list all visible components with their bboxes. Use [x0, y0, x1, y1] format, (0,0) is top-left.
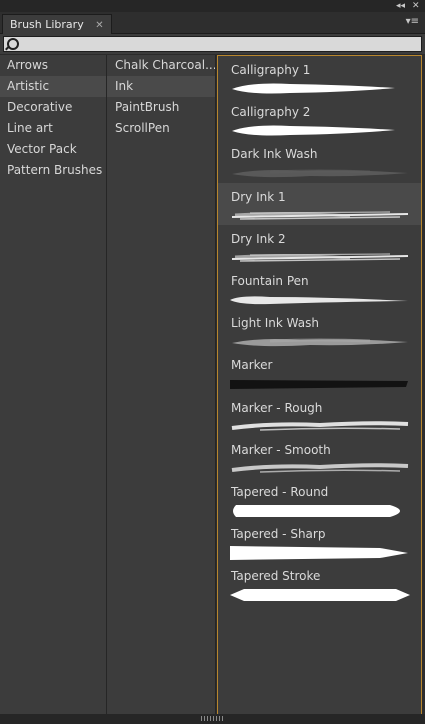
brush-stroke-preview: [233, 504, 400, 517]
brush-name: Tapered Stroke: [231, 569, 321, 584]
brush-item[interactable]: Marker - Smooth: [218, 436, 421, 478]
brush-item[interactable]: Calligraphy 2: [218, 98, 421, 140]
brush-name: Marker - Rough: [231, 400, 323, 415]
brush-item[interactable]: Tapered Stroke: [218, 562, 421, 604]
brush-stroke-preview: [230, 546, 408, 561]
brush-name: Dry Ink 1: [231, 189, 286, 204]
close-icon[interactable]: ✕: [412, 0, 420, 12]
brush-name: Calligraphy 2: [231, 105, 311, 120]
tab-bar: Brush Library ✕ ▾≡: [0, 12, 425, 34]
brush-item[interactable]: Marker: [218, 351, 421, 393]
panel-menu-icon[interactable]: ▾≡: [406, 16, 419, 27]
category-item[interactable]: Pattern Brushes: [0, 160, 106, 181]
resize-bar: [0, 714, 425, 724]
brush-stroke-preview: [232, 338, 408, 347]
brush-name: Marker: [231, 358, 273, 373]
brush-name: Dry Ink 2: [231, 231, 286, 246]
brush-name: Tapered - Sharp: [231, 527, 326, 542]
brush-item[interactable]: Dry Ink 1: [218, 182, 421, 225]
subcategory-item[interactable]: Ink: [107, 76, 215, 97]
subcategory-item[interactable]: PaintBrush: [107, 97, 215, 118]
brush-stroke-preview: [230, 589, 410, 602]
brush-name: Marker - Smooth: [231, 442, 331, 457]
search-bar: [0, 34, 425, 54]
brush-name: Light Ink Wash: [231, 316, 319, 331]
brush-stroke-preview: [231, 210, 409, 220]
title-bar: ◂◂ ✕: [0, 0, 425, 12]
tab-close-icon[interactable]: ✕: [95, 20, 103, 31]
subcategory-item[interactable]: ScrollPen: [107, 118, 215, 139]
brush-item[interactable]: Fountain Pen: [218, 267, 421, 309]
brush-item[interactable]: Tapered - Sharp: [218, 520, 421, 562]
search-icon: [7, 38, 19, 50]
brush-stroke-preview: [232, 125, 395, 136]
brush-name: Dark Ink Wash: [231, 147, 318, 162]
tab-brush-library[interactable]: Brush Library ✕: [2, 14, 112, 34]
subcategory-item[interactable]: Chalk Charcoal...: [107, 55, 215, 76]
brush-stroke-preview: [231, 253, 409, 262]
brush-stroke-preview: [230, 380, 408, 390]
resize-grip-icon[interactable]: [201, 716, 223, 721]
brush-stroke-preview: [231, 420, 409, 431]
brush-name: Calligraphy 1: [231, 63, 311, 77]
collapse-panel-icon[interactable]: ◂◂: [396, 0, 405, 12]
category-item[interactable]: Line art: [0, 118, 106, 139]
brush-item[interactable]: Dry Ink 2: [218, 225, 421, 267]
category-item[interactable]: Artistic: [0, 76, 106, 97]
brush-stroke-preview: [232, 169, 408, 178]
brush-item[interactable]: Tapered - Round: [218, 478, 421, 520]
category-item[interactable]: Decorative: [0, 97, 106, 118]
tab-title: Brush Library: [10, 18, 84, 31]
brush-item[interactable]: Dark Ink Wash: [218, 140, 421, 182]
brush-name: Tapered - Round: [231, 484, 329, 499]
category-item[interactable]: Arrows: [0, 55, 106, 76]
brush-item[interactable]: Marker - Rough: [218, 394, 421, 436]
category-item[interactable]: Vector Pack: [0, 139, 106, 160]
category-list: Arrows Artistic Decorative Line art Vector P…: [0, 55, 107, 714]
brush-name: Fountain Pen: [231, 273, 309, 288]
subcategory-list: Chalk Charcoal... Ink PaintBrush ScrollPen: [107, 55, 216, 714]
brush-item[interactable]: Calligraphy 1: [218, 56, 421, 98]
brush-list: Calligraphy 1 Calligraphy 2 Dark Ink Wash …: [217, 55, 422, 715]
brush-stroke-preview: [230, 296, 408, 305]
search-field[interactable]: [3, 36, 422, 52]
brush-stroke-preview: [232, 83, 395, 94]
brush-item[interactable]: Light Ink Wash: [218, 309, 421, 351]
search-input[interactable]: [22, 37, 412, 51]
brush-stroke-preview: [231, 462, 409, 473]
